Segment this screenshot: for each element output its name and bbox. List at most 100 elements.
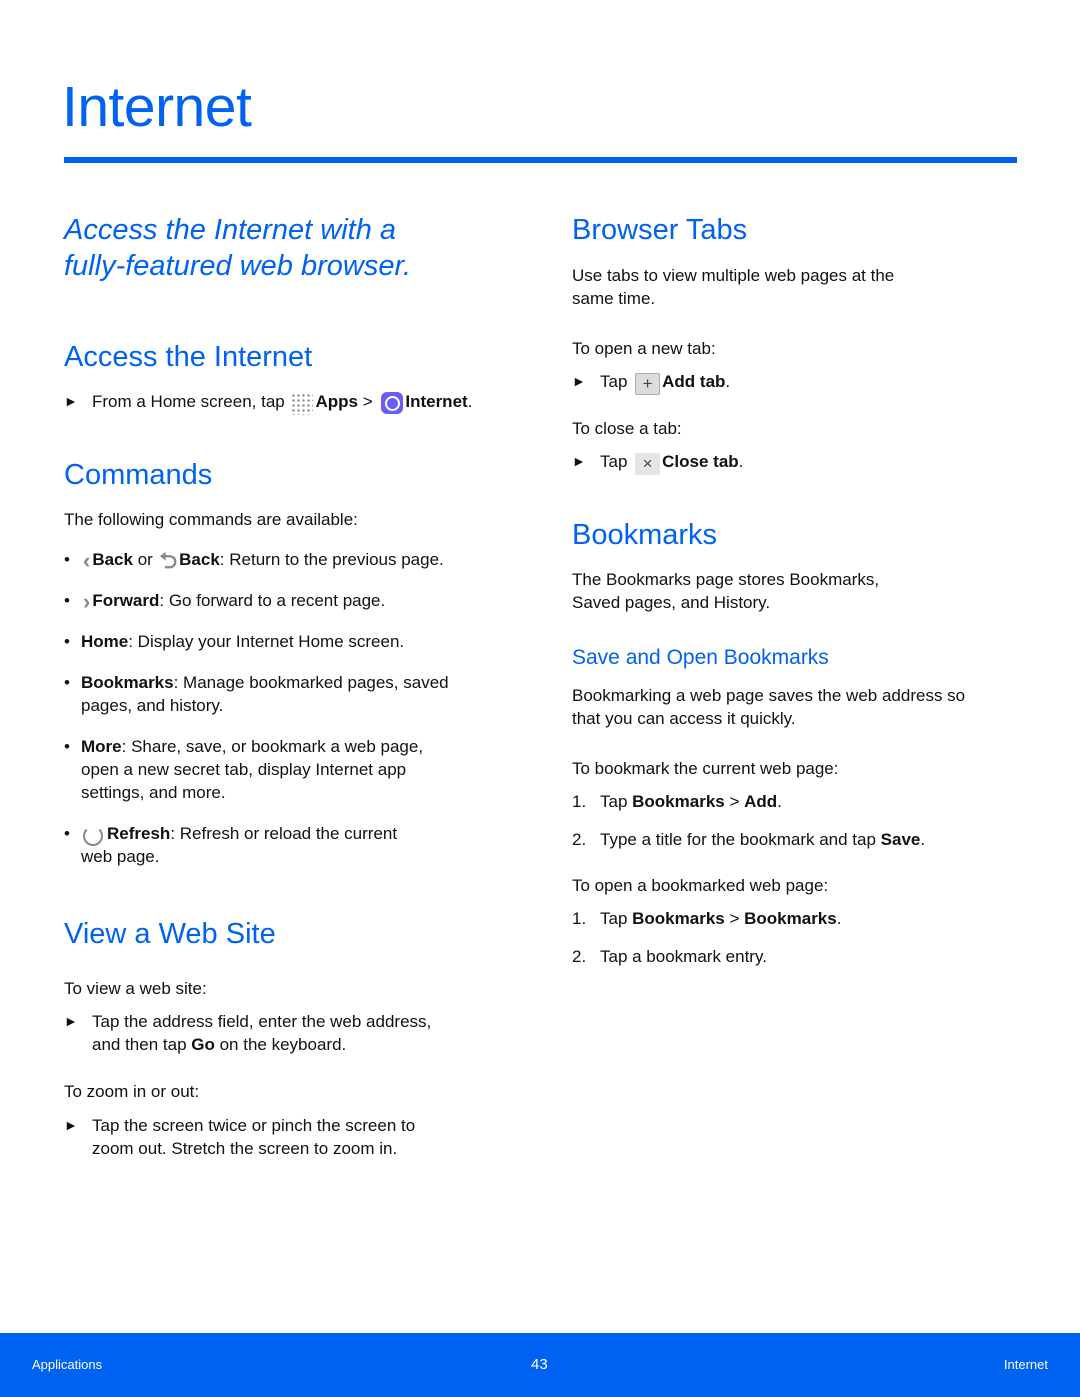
desc-text: Bookmarking a web page saves the web add…	[572, 686, 966, 705]
command-item-home: • Home: Display your Internet Home scree…	[64, 630, 404, 653]
desc-text: The Bookmarks page stores Bookmarks,	[572, 570, 880, 589]
save-step-1: 1. Tap Bookmarks > Add.	[572, 790, 782, 813]
arrow-bullet-icon: ►	[572, 453, 586, 469]
save-open-desc: Bookmarking a web page saves the web add…	[572, 684, 965, 730]
command-text: : Manage bookmarked pages, saved	[173, 673, 449, 692]
view-web-site-heading: View a Web Site	[64, 918, 276, 950]
bullet: •	[64, 673, 70, 692]
access-step: ► From a Home screen, tap Apps > Interne…	[64, 390, 473, 415]
page-tagline: Access the Internet with a fully-feature…	[64, 212, 411, 284]
browser-tabs-heading: Browser Tabs	[572, 214, 748, 246]
command-text: open a new secret tab, display Internet …	[81, 760, 407, 779]
command-label: Back	[179, 550, 220, 569]
footer-chapter: Internet	[1003, 1357, 1048, 1372]
command-item-forward: • › Forward: Go forward to a recent page.	[64, 589, 385, 613]
internet-label: Internet	[405, 392, 468, 411]
bullet: •	[64, 632, 70, 651]
bullet: •	[64, 737, 70, 756]
view-site-step: ► Tap the address field, enter the web a…	[64, 1010, 431, 1056]
bold-label: Bookmarks	[632, 909, 725, 928]
command-label: Refresh	[107, 824, 171, 843]
save-bookmark-intro: To bookmark the current web page:	[572, 759, 839, 778]
arrow-bullet-icon: ►	[64, 1013, 78, 1029]
bookmarks-heading: Bookmarks	[572, 519, 718, 551]
step-text: Tap	[600, 372, 633, 391]
command-item-back: • ‹ Back or ⮌ Back: Return to the previous…	[64, 548, 444, 572]
commands-intro: The following commands are available:	[64, 510, 358, 529]
command-text: : Refresh or reload the current	[170, 824, 398, 843]
return-arrow-icon: ⮌	[159, 547, 178, 573]
add-tab-icon: +	[635, 373, 661, 396]
command-label: Back	[92, 550, 133, 569]
separator: >	[724, 909, 745, 928]
step-number: 2.	[572, 830, 587, 849]
step-text: Tap a bookmark entry.	[600, 947, 767, 966]
command-text: : Display your Internet Home screen.	[128, 632, 405, 651]
command-item-more: • More: Share, save, or bookmark a web p…	[64, 735, 423, 804]
command-item-refresh: • Refresh: Refresh or reload the current…	[64, 822, 397, 868]
zoom-step: ► Tap the screen twice or pinch the scre…	[64, 1114, 415, 1160]
command-text: : Return to the previous page.	[219, 550, 444, 569]
commands-heading: Commands	[64, 459, 213, 491]
save-open-bookmarks-heading: Save and Open Bookmarks	[572, 646, 829, 669]
add-tab-label: Add tab	[662, 372, 726, 391]
desc-text: same time.	[572, 289, 656, 308]
tagline-line-2: fully-featured web browser.	[64, 250, 412, 282]
step-text: Type a title for the bookmark and tap	[600, 830, 881, 849]
bold-label: Bookmarks	[744, 909, 837, 928]
period: .	[836, 909, 842, 928]
period: .	[777, 792, 782, 811]
period: .	[467, 392, 473, 411]
apps-grid-icon	[291, 392, 314, 415]
zoom-intro: To zoom in or out:	[64, 1082, 200, 1101]
chevron-left-icon: ‹	[83, 547, 91, 573]
command-text: web page.	[81, 847, 160, 866]
refresh-icon	[83, 826, 103, 847]
bullet: •	[64, 591, 70, 610]
tagline-line-1: Access the Internet with a	[64, 214, 397, 246]
command-label: Home	[81, 632, 129, 651]
go-label: Go	[191, 1035, 215, 1054]
command-text: : Share, save, or bookmark a web page,	[121, 737, 424, 756]
command-label: Forward	[92, 591, 160, 610]
arrow-bullet-icon: ►	[64, 393, 78, 409]
separator: >	[357, 392, 378, 411]
close-tab-step: ► Tap × Close tab.	[572, 450, 743, 476]
close-tab-intro: To close a tab:	[572, 419, 682, 438]
internet-app-icon	[381, 391, 404, 414]
open-bookmark-intro: To open a bookmarked web page:	[572, 876, 829, 895]
footer-section: Applications	[32, 1357, 103, 1372]
open-step-2: 2. Tap a bookmark entry.	[572, 945, 767, 968]
open-step-1: 1. Tap Bookmarks > Bookmarks.	[572, 907, 841, 930]
step-text: Tap	[600, 792, 633, 811]
bullet: •	[64, 550, 70, 569]
step-text: Tap	[600, 909, 633, 928]
open-tab-intro: To open a new tab:	[572, 339, 716, 358]
step-text: Tap the screen twice or pinch the screen…	[92, 1116, 416, 1135]
step-text: zoom out. Stretch the screen to zoom in.	[92, 1139, 398, 1158]
bold-label: Add	[744, 792, 778, 811]
step-number: 1.	[572, 792, 587, 811]
command-label: More	[81, 737, 122, 756]
footer-page-number: 43	[531, 1356, 548, 1373]
page-footer: Applications 43 Internet	[0, 1333, 1080, 1397]
close-tab-label: Close tab	[662, 452, 739, 471]
bold-label: Bookmarks	[632, 792, 725, 811]
bookmarks-desc: The Bookmarks page stores Bookmarks, Save…	[572, 568, 879, 614]
page-title: Internet	[62, 75, 252, 139]
browser-tabs-desc: Use tabs to view multiple web pages at t…	[572, 264, 894, 310]
bullet: •	[64, 824, 70, 843]
command-text: : Go forward to a recent page.	[159, 591, 386, 610]
step-text: From a Home screen, tap	[92, 392, 290, 411]
period: .	[920, 830, 926, 849]
command-item-bookmarks: • Bookmarks: Manage bookmarked pages, sa…	[64, 671, 449, 717]
chevron-right-icon: ›	[83, 588, 91, 614]
apps-label: Apps	[315, 392, 358, 411]
period: .	[725, 372, 731, 391]
step-text: on the keyboard.	[214, 1035, 347, 1054]
arrow-bullet-icon: ►	[572, 373, 586, 389]
step-text: Tap the address field, enter the web add…	[92, 1012, 432, 1031]
open-tab-step: ► Tap + Add tab.	[572, 370, 731, 396]
command-text: settings, and more.	[81, 783, 226, 802]
access-internet-heading: Access the Internet	[64, 341, 313, 373]
